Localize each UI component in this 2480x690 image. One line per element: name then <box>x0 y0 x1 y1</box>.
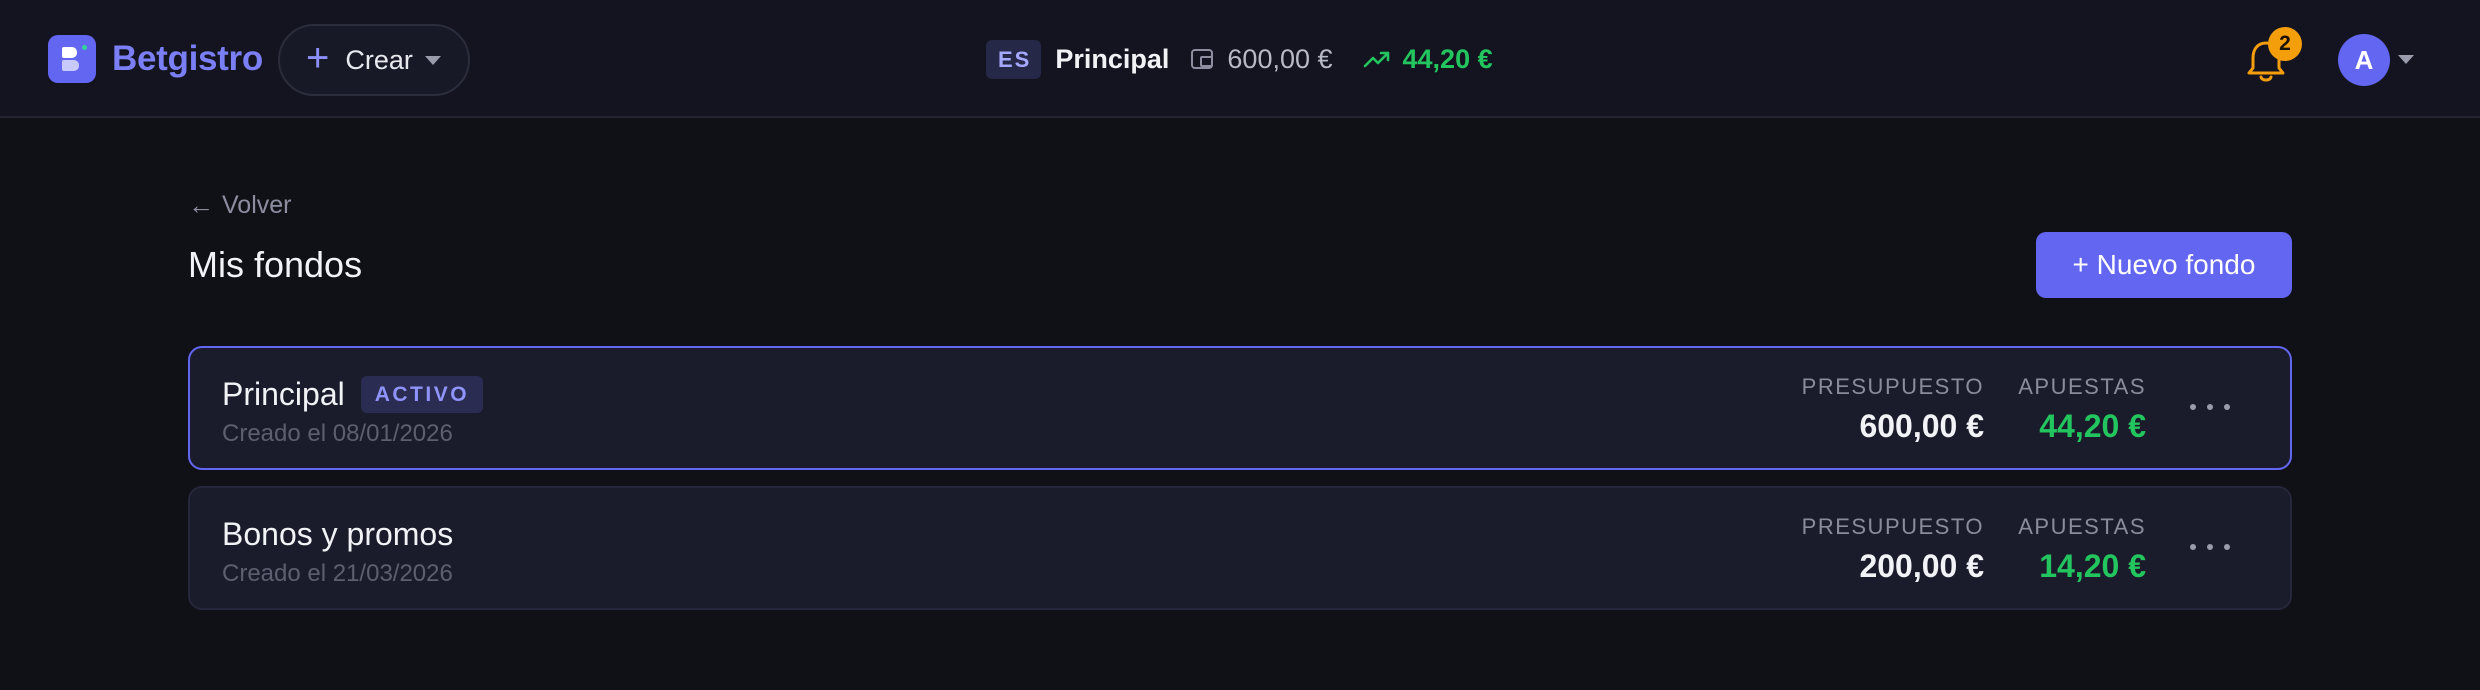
more-horizontal-icon[interactable] <box>2190 532 2230 562</box>
fund-name: Bonos y promos <box>222 515 454 552</box>
current-fund-selector[interactable]: ES Principal 600,00 € 44,20 € <box>986 39 1493 79</box>
new-fund-button[interactable]: + Nuevo fondo <box>2036 232 2292 298</box>
fund-card[interactable]: Bonos y promos Creado el 21/03/2026 PRES… <box>188 486 2292 610</box>
budget-value: 600,00 € <box>1859 408 1984 444</box>
user-avatar[interactable]: A <box>2338 34 2390 86</box>
bets-label: APUESTAS <box>2018 374 2146 399</box>
active-badge: ACTIVO <box>360 375 484 413</box>
create-button-label: Crear <box>345 44 413 75</box>
create-button[interactable]: + Crear <box>278 24 470 96</box>
fund-name-row: Bonos y promos <box>222 514 453 554</box>
back-link-label: Volver <box>222 191 292 219</box>
brand-name: Betgistro <box>112 39 263 78</box>
plus-icon: + <box>306 36 330 80</box>
page-title: Mis fondos <box>188 244 363 285</box>
top-navigation-bar: Betgistro + Crear ES Principal 600,00 € … <box>0 0 2480 118</box>
arrow-left-icon: ← <box>188 190 214 220</box>
budget-value: 200,00 € <box>1859 548 1984 584</box>
notification-count-badge: 2 <box>2268 27 2302 61</box>
bets-value: 14,20 € <box>2039 548 2146 584</box>
chevron-down-icon[interactable] <box>2398 55 2414 64</box>
budget-label: PRESUPUESTO <box>1801 514 1984 539</box>
fund-bets: APUESTAS 44,20 € <box>2018 374 2146 445</box>
fund-created-date: Creado el 21/03/2026 <box>222 560 453 587</box>
chevron-down-icon <box>424 55 441 65</box>
trending-up-icon <box>1363 51 1389 68</box>
bets-value: 44,20 € <box>2039 408 2146 444</box>
betgistro-logo-icon <box>48 35 96 83</box>
fund-name-row: Principal ACTIVO <box>222 374 484 414</box>
bets-label: APUESTAS <box>2018 514 2146 539</box>
brand[interactable]: Betgistro <box>48 35 263 83</box>
fund-bets: APUESTAS 14,20 € <box>2018 514 2146 585</box>
fund-budget: PRESUPUESTO 600,00 € <box>1802 374 1984 445</box>
back-link[interactable]: ← Volver <box>188 190 291 221</box>
current-fund-name: Principal <box>1055 43 1170 74</box>
budget-label: PRESUPUESTO <box>1801 374 1984 399</box>
header-budget-value: 600,00 € <box>1227 43 1333 74</box>
fund-name: Principal <box>222 375 345 412</box>
language-badge: ES <box>986 39 1042 79</box>
fund-created-date: Creado el 08/01/2026 <box>222 420 453 447</box>
header-bets-value: 44,20 € <box>1402 43 1493 74</box>
fund-card[interactable]: Principal ACTIVO Creado el 08/01/2026 PR… <box>188 346 2292 470</box>
wallet-icon <box>1191 49 1214 69</box>
fund-budget: PRESUPUESTO 200,00 € <box>1802 514 1984 585</box>
more-horizontal-icon[interactable] <box>2190 392 2230 422</box>
